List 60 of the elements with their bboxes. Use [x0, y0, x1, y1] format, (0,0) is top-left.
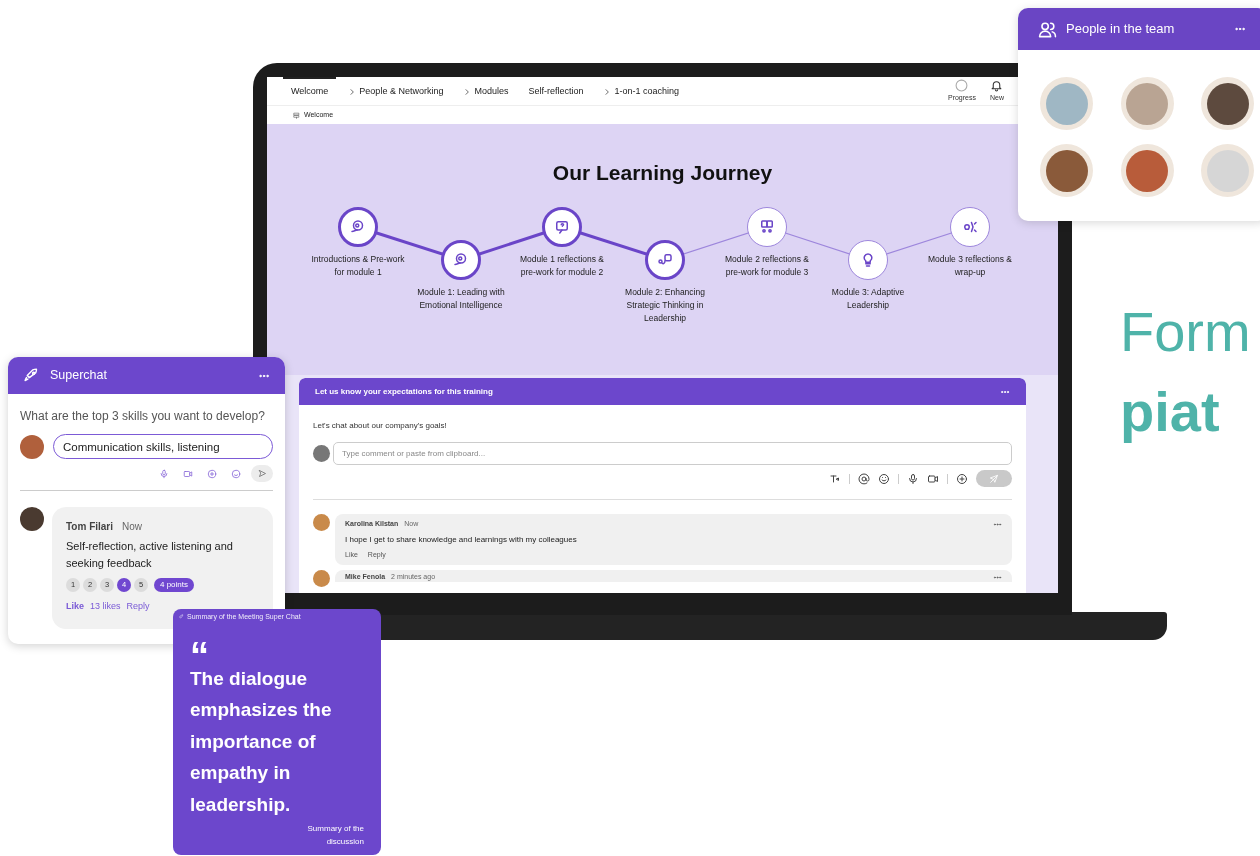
headline-text: piat [1120, 379, 1221, 445]
avatar[interactable] [1040, 144, 1093, 197]
reply-time: Now [122, 520, 143, 534]
send-icon [989, 473, 999, 484]
team-card-title: People in the team [1066, 20, 1176, 39]
journey-node[interactable] [848, 239, 888, 280]
journey-node[interactable] [441, 239, 481, 280]
superchat-question: What are the top 3 skills you want to develop? [20, 408, 266, 425]
summary-caption: Summary of the discussion [306, 823, 364, 848]
journey-node[interactable] [950, 206, 990, 247]
avatar [20, 507, 44, 531]
headline-text: Form [1120, 299, 1251, 365]
journey-label: Module 3: Adaptive Leadership [830, 285, 906, 312]
journey-label: Module 1: Leading with Emotional Intelligence [416, 285, 506, 312]
journey-label: Module 2: Enhancing Strategic Thinking in Leadership [624, 285, 706, 325]
people-icon [1038, 19, 1057, 39]
points-badge: 4 points [154, 578, 195, 592]
likes-count: 13 likes [90, 600, 121, 613]
avatar [313, 570, 330, 587]
answer-input[interactable]: Communication skills, listening [53, 434, 273, 459]
video-icon[interactable] [927, 472, 939, 485]
journey-label: Module 1 reflections & pre-work for module 2 [518, 252, 606, 279]
journey-node[interactable] [542, 206, 582, 247]
reply-text: Self-reflection, active listening and seeking feedback [66, 539, 234, 571]
nav-tab[interactable]: Modules [455, 77, 517, 105]
journey-label: Module 3 reflections & wrap-up [926, 252, 1014, 279]
avatar [20, 434, 44, 459]
summary-quote: The dialogue emphasizes the importance of empathy in leadership. [190, 666, 333, 817]
bell-icon [990, 78, 1004, 92]
signpost-icon [293, 111, 300, 119]
avatar[interactable] [1120, 144, 1174, 197]
comment-input[interactable]: Type comment or paste from clipboard... [333, 442, 1012, 465]
send-button[interactable] [251, 465, 273, 482]
quote-mark: “ [190, 640, 209, 663]
send-icon [257, 469, 267, 478]
journey-node[interactable] [338, 206, 378, 247]
journey-node[interactable] [645, 239, 685, 280]
plus-circle-icon[interactable] [956, 472, 968, 485]
emoji-icon[interactable] [878, 472, 890, 485]
nav-tab[interactable]: People & Networking [340, 77, 452, 105]
journey-label: Introductions & Pre-work for module 1 [310, 252, 406, 279]
hero-title: Our Learning Journey [552, 160, 773, 186]
nav-tab[interactable]: 1-on-1 coaching [595, 77, 687, 105]
journey-node[interactable] [747, 206, 787, 247]
chat-card-title: Let us know your expectations for this training [315, 385, 494, 398]
superchat-title: Superchat [50, 367, 108, 385]
comment-text: I hope I get to share knowledge and learnings with my colleagues [345, 533, 578, 546]
microphone-icon[interactable] [907, 472, 919, 485]
reply-link[interactable]: Reply [126, 600, 150, 614]
nav-tab[interactable]: Self-reflection [520, 77, 592, 105]
like-link[interactable]: Like [66, 600, 84, 614]
avatar[interactable] [1201, 77, 1255, 130]
text-format-icon[interactable] [829, 472, 841, 485]
journey-label: Module 2 reflections & pre-work for module 3 [723, 252, 811, 279]
avatar [313, 445, 330, 462]
reply-author: Tom Filari [66, 520, 114, 534]
progress-ring-icon [955, 78, 969, 92]
chat-intro: Let's chat about our company's goals! [313, 420, 448, 432]
avatar [313, 514, 330, 531]
mention-icon[interactable] [858, 472, 870, 485]
